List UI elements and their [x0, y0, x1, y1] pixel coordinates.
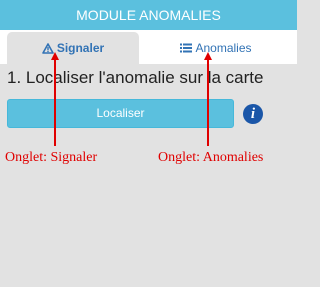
annotation-arrows — [51, 52, 212, 146]
annotation-label-anomalies: Onglet: Anomalies — [158, 150, 264, 165]
annotation-label-signaler: Onglet: Signaler — [5, 150, 98, 165]
